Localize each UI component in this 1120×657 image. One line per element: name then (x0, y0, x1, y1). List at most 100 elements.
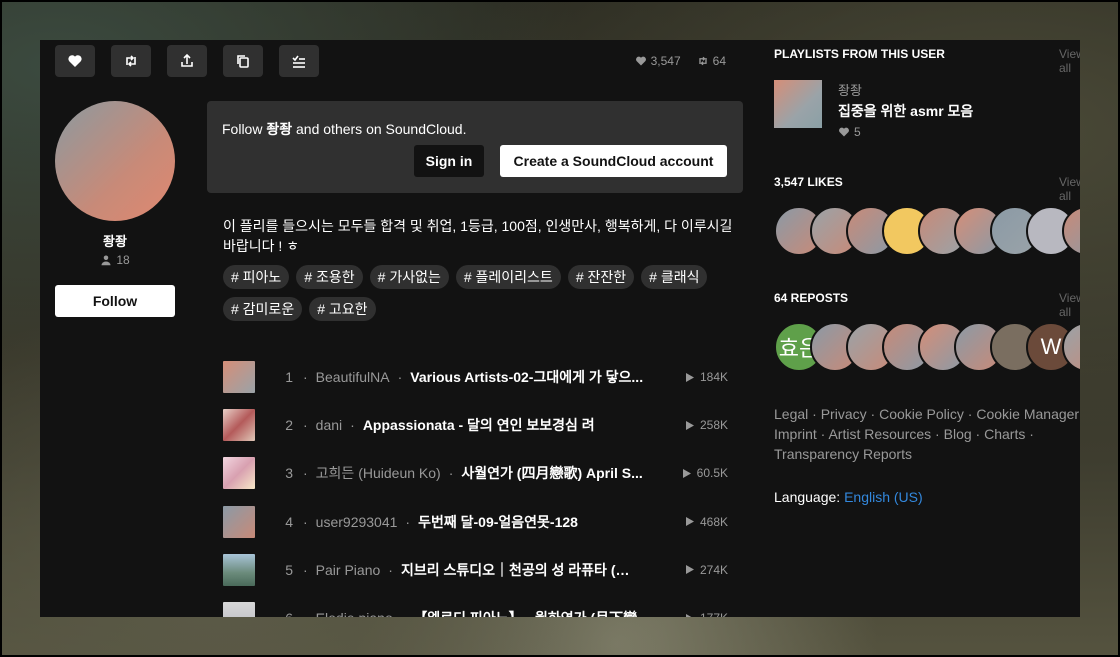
like-button[interactable] (55, 45, 95, 77)
follow-prompt-suffix: and others on SoundCloud. (292, 121, 467, 137)
play-count: 258K (699, 418, 728, 433)
play-icon (685, 517, 694, 527)
track-row[interactable]: 5 · Pair Piano · 지브리 스튜디오｜천공의 성 라퓨타 (天空... 27… (223, 546, 728, 594)
play-count: 177K (700, 611, 728, 617)
track-row[interactable]: 1 · BeautifulNA · Various Artists-02-그대에게 가 … (223, 353, 728, 401)
track-thumbnail[interactable] (223, 361, 255, 394)
view-all-likes-link[interactable]: View all (1059, 175, 1080, 203)
track-artist[interactable]: 고희든 (Huideun Ko) (316, 463, 441, 483)
follow-prompt-box: Follow 좡좡 and others on SoundCloud. Sign… (207, 101, 743, 193)
track-thumbnail[interactable] (223, 457, 255, 490)
track-title[interactable]: 【엘로디 피아노】 - 월하연가 (月下戀... (413, 608, 648, 617)
footer-link[interactable]: Charts (984, 426, 1025, 442)
track-thumbnail[interactable] (223, 409, 255, 442)
track-title[interactable]: 두번째 달-09-얼음연못-128 (418, 512, 578, 532)
repost-button[interactable] (111, 45, 151, 77)
play-icon (685, 420, 694, 430)
track-row[interactable]: 3 · 고희든 (Huideun Ko) · 사월연가 (四月戀歌) April S..… (223, 449, 728, 497)
follow-prompt-text: Follow 좡좡 and others on SoundCloud. (222, 119, 466, 139)
play-count: 184K (699, 370, 728, 385)
separator-dot: · (303, 369, 308, 386)
separator-dot: · (448, 465, 454, 482)
view-all-reposts-link[interactable]: View all (1059, 291, 1080, 319)
reposts-count: 64 (712, 54, 726, 68)
playlist-title[interactable]: 집중을 위한 asmr 모음 (838, 101, 973, 121)
soundcloud-playlist-panel: 3,547 64 좡좡 18 Follow Follow 좡좡 and othe… (40, 40, 1080, 617)
play-count: 60.5K (696, 466, 728, 481)
playlist-thumbnail[interactable] (774, 80, 822, 128)
tag-chip[interactable]: # 피아노 (223, 265, 290, 289)
separator-dot: · (393, 610, 414, 617)
track-artist[interactable]: Pair Piano (316, 562, 381, 578)
user-avatar[interactable] (55, 101, 175, 221)
track-artist[interactable]: dani (316, 417, 342, 433)
follow-prompt-prefix: Follow (222, 121, 267, 137)
track-row[interactable]: 2 · dani · Appassionata - 달의 연인 보보경심 려 258K (223, 401, 728, 449)
track-thumbnail[interactable] (223, 602, 255, 617)
user-name[interactable]: 좡좡 (55, 231, 175, 250)
footer-link[interactable]: Cookie Manager (976, 406, 1079, 422)
track-number: 4 (285, 513, 293, 530)
track-thumbnail[interactable] (223, 553, 255, 586)
copy-link-button[interactable] (223, 45, 263, 77)
follow-button[interactable]: Follow (55, 285, 175, 317)
track-plays: 274K (685, 563, 728, 577)
track-number: 2 (285, 417, 293, 434)
footer-link[interactable]: Cookie Policy (879, 406, 964, 422)
track-title[interactable]: Various Artists-02-그대에게 가 닿으... (410, 367, 643, 387)
track-list: 1 · BeautifulNA · Various Artists-02-그대에게 가 … (223, 353, 728, 617)
track-title[interactable]: 사월연가 (四月戀歌) April S... (461, 463, 642, 483)
heart-icon (68, 55, 82, 67)
tag-chip[interactable]: # 감미로운 (223, 297, 303, 321)
footer-link[interactable]: Transparency Reports (774, 446, 912, 462)
reposts-avatar-row: 효은 W (774, 322, 1080, 372)
user-icon (101, 255, 111, 266)
track-artist[interactable]: Elodie piano (316, 610, 393, 617)
track-title[interactable]: 지브리 스튜디오｜천공의 성 라퓨타 (天空... (401, 560, 641, 580)
view-all-playlists-link[interactable]: View all (1059, 47, 1080, 75)
play-icon (685, 613, 693, 617)
tag-chip[interactable]: # 가사없는 (369, 265, 449, 289)
playlist-description: 이 플리를 들으시는 모두들 합격 및 취업, 1등급, 100점, 인생만사,… (223, 218, 733, 254)
sign-in-button[interactable]: Sign in (414, 145, 484, 177)
track-plays: 60.5K (682, 466, 728, 481)
followers-value: 18 (116, 253, 130, 267)
separator-dot: · (303, 465, 308, 482)
separator-dot: · (303, 417, 308, 434)
followers-count[interactable]: 18 (55, 253, 175, 267)
footer-link[interactable]: Imprint (774, 426, 817, 442)
playlist-user[interactable]: 좡좡 (838, 80, 862, 99)
tag-chip[interactable]: # 클래식 (641, 265, 708, 289)
add-to-queue-button[interactable] (279, 45, 319, 77)
reposts-stat[interactable]: 64 (697, 54, 726, 68)
tag-chip[interactable]: # 잔잔한 (567, 265, 635, 289)
likes-stat[interactable]: 3,547 (635, 54, 681, 68)
tag-chip[interactable]: # 고요한 (309, 297, 376, 321)
create-account-button[interactable]: Create a SoundCloud account (500, 145, 727, 177)
separator-dot: · (303, 561, 308, 578)
tag-chip[interactable]: # 조용한 (296, 265, 363, 289)
copy-link-icon (237, 55, 249, 68)
track-artist[interactable]: BeautifulNA (316, 369, 390, 385)
track-artist[interactable]: user9293041 (316, 514, 398, 530)
likes-heading: 3,547 Likes (774, 175, 843, 189)
language-selector: Language: English (US) (774, 489, 923, 505)
action-bar (55, 45, 319, 77)
track-number: 5 (285, 561, 293, 578)
track-row[interactable]: 4 · user9293041 · 두번째 달-09-얼음연못-128 468K (223, 498, 728, 546)
track-title[interactable]: Appassionata - 달의 연인 보보경심 려 (363, 415, 595, 435)
likes-count: 3,547 (650, 54, 681, 68)
language-link[interactable]: English (US) (844, 489, 923, 505)
track-number: 1 (285, 369, 293, 386)
footer-link[interactable]: Artist Resources (828, 426, 931, 442)
tag-chip[interactable]: # 플레이리스트 (455, 265, 561, 289)
footer-link[interactable]: Privacy (821, 406, 867, 422)
repost-icon (126, 55, 136, 67)
footer-link[interactable]: Blog (944, 426, 972, 442)
footer-link[interactable]: Legal (774, 406, 808, 422)
track-plays: 468K (685, 515, 728, 529)
share-button[interactable] (167, 45, 207, 77)
track-row[interactable]: 6·Elodie piano·【엘로디 피아노】 - 월하연가 (月下戀...1… (223, 594, 728, 617)
footer-links: Legal · Privacy · Cookie Policy · Cookie… (774, 406, 1080, 462)
track-thumbnail[interactable] (223, 505, 255, 538)
